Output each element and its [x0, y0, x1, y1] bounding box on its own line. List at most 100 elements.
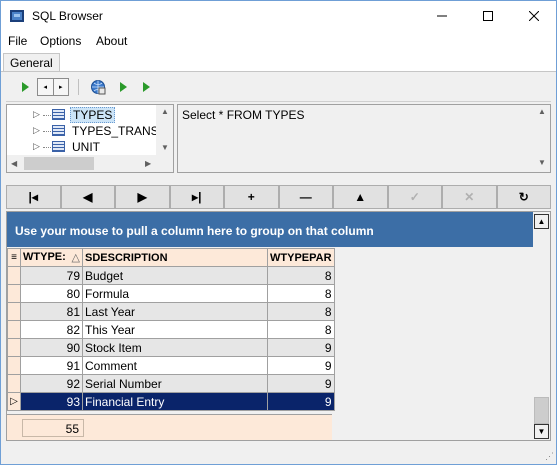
cell-sdescription[interactable]: Serial Number — [82, 374, 268, 393]
tree-item-types-transl[interactable]: ▷ TYPES_TRANSL — [7, 123, 165, 139]
cell-wtype[interactable]: 90 — [20, 338, 83, 357]
execute-all-button[interactable] — [140, 79, 152, 95]
maximize-icon — [483, 11, 493, 21]
expand-arrow-icon[interactable]: ▷ — [33, 141, 40, 152]
tree-item-types[interactable]: ▷ TYPES — [7, 107, 157, 123]
cell-wtypepar[interactable]: 9 — [267, 374, 335, 393]
menu-file[interactable]: File — [8, 34, 27, 48]
tree-item-label[interactable]: UNIT — [70, 140, 102, 154]
cell-sdescription[interactable]: This Year — [82, 320, 268, 339]
grid-vertical-scrollbar[interactable]: ▲ ▼ — [533, 212, 550, 440]
row-indicator[interactable] — [7, 320, 21, 339]
first-record-button[interactable]: |◂ — [6, 185, 61, 209]
scroll-up-icon[interactable]: ▲ — [161, 107, 169, 116]
cell-wtype[interactable]: 81 — [20, 302, 83, 321]
cell-wtypepar[interactable]: 9 — [267, 338, 335, 357]
cell-wtype[interactable]: 79 — [20, 266, 83, 285]
sql-editor[interactable]: Select * FROM TYPES ▲ ▼ — [177, 104, 551, 173]
post-edit-button[interactable]: ✓ — [387, 185, 442, 209]
row-indicator[interactable] — [7, 338, 21, 357]
last-record-button[interactable]: ▸| — [169, 185, 224, 209]
tree-horizontal-scrollbar[interactable]: ◀ ▶ — [7, 155, 173, 172]
table-row[interactable]: 92 Serial Number 9 — [7, 374, 335, 393]
cell-wtypepar[interactable]: 8 — [267, 302, 335, 321]
cell-wtype[interactable]: 92 — [20, 374, 83, 393]
column-header-wtype[interactable]: WTYPE: △ — [20, 248, 83, 267]
cell-wtype[interactable]: 91 — [20, 356, 83, 375]
group-by-panel[interactable]: Use your mouse to pull a column here to … — [7, 212, 534, 247]
connect-button[interactable] — [90, 79, 106, 95]
play-icon — [142, 82, 150, 92]
row-indicator[interactable] — [7, 302, 21, 321]
row-indicator[interactable] — [7, 284, 21, 303]
table-row[interactable]: ▷ 93 Financial Entry 9 — [7, 392, 335, 411]
table-row[interactable]: 79 Budget 8 — [7, 266, 335, 285]
row-indicator[interactable] — [7, 356, 21, 375]
cell-wtypepar[interactable]: 8 — [267, 320, 335, 339]
scroll-thumb[interactable] — [24, 157, 94, 170]
cell-wtype[interactable]: 82 — [20, 320, 83, 339]
row-indicator[interactable] — [7, 266, 21, 285]
cell-sdescription[interactable]: Last Year — [82, 302, 268, 321]
tree-item-label[interactable]: TYPES_TRANSL — [70, 124, 167, 138]
cell-sdescription[interactable]: Stock Item — [82, 338, 268, 357]
row-indicator[interactable] — [7, 374, 21, 393]
menu-options[interactable]: Options — [40, 34, 81, 48]
minimize-button[interactable] — [419, 1, 465, 31]
run-button[interactable] — [19, 79, 31, 95]
menu-bar: File Options About — [1, 31, 556, 51]
table-row[interactable]: 82 This Year 8 — [7, 320, 335, 339]
next-record-button[interactable]: ▶ — [115, 185, 170, 209]
prior-record-button[interactable]: ◀ — [60, 185, 115, 209]
forward-arrow-icon[interactable]: ▸ — [52, 79, 69, 95]
sql-scrollbar[interactable]: ▲ ▼ — [533, 105, 550, 172]
column-header-sdescription[interactable]: SDESCRIPTION — [82, 248, 268, 267]
expand-arrow-icon[interactable]: ▷ — [33, 125, 40, 136]
resize-grip-icon[interactable]: ⋰ — [545, 451, 554, 462]
maximize-button[interactable] — [465, 1, 511, 31]
table-row[interactable]: 90 Stock Item 9 — [7, 338, 335, 357]
scroll-down-icon[interactable]: ▼ — [538, 158, 546, 167]
delete-record-button[interactable]: — — [278, 185, 333, 209]
back-arrow-icon[interactable]: ◂ — [38, 79, 53, 95]
cell-wtypepar[interactable]: 8 — [267, 284, 335, 303]
sql-text[interactable]: Select * FROM TYPES — [182, 108, 304, 122]
table-row[interactable]: 91 Comment 9 — [7, 356, 335, 375]
scroll-thumb[interactable] — [534, 397, 549, 424]
scroll-down-icon: ▼ — [537, 427, 546, 436]
cell-wtypepar[interactable]: 9 — [267, 356, 335, 375]
execute-button[interactable] — [117, 79, 129, 95]
scroll-left-icon[interactable]: ◀ — [11, 159, 17, 168]
row-indicator-icon[interactable]: ▷ — [7, 392, 21, 411]
close-button[interactable] — [511, 1, 556, 31]
tab-general[interactable]: General — [3, 53, 60, 72]
refresh-data-button[interactable]: ↻ — [496, 185, 551, 209]
scroll-up-button[interactable]: ▲ — [534, 214, 549, 229]
scroll-down-button[interactable]: ▼ — [534, 424, 549, 439]
insert-record-button[interactable]: + — [224, 185, 279, 209]
scroll-up-icon[interactable]: ▲ — [538, 107, 546, 116]
cell-sdescription[interactable]: Financial Entry — [82, 392, 268, 411]
cell-sdescription[interactable]: Budget — [82, 266, 268, 285]
column-header-wtypepar[interactable]: WTYPEPAR — [267, 248, 335, 267]
cell-sdescription[interactable]: Formula — [82, 284, 268, 303]
table-tree[interactable]: ▷ TYPES ▷ TYPES_TRANSL ▷ UNIT ▲ ▼ ◀ ▶ — [6, 104, 174, 173]
tree-item-label[interactable]: TYPES — [70, 107, 116, 123]
cancel-edit-button[interactable]: ✕ — [442, 185, 497, 209]
expand-arrow-icon[interactable]: ▷ — [33, 109, 40, 120]
cell-sdescription[interactable]: Comment — [82, 356, 268, 375]
edit-record-button[interactable]: ▲ — [333, 185, 388, 209]
scroll-down-icon[interactable]: ▼ — [161, 143, 169, 152]
tree-vertical-scrollbar[interactable]: ▲ ▼ — [156, 105, 173, 157]
cell-wtypepar[interactable]: 9 — [267, 392, 335, 411]
table-row[interactable]: 81 Last Year 8 — [7, 302, 335, 321]
tree-item-unit[interactable]: ▷ UNIT — [7, 139, 157, 155]
column-selector-icon[interactable]: ≡ — [7, 248, 21, 267]
menu-about[interactable]: About — [96, 34, 127, 48]
cell-wtype[interactable]: 80 — [20, 284, 83, 303]
column-header-label: WTYPE: — [23, 251, 66, 263]
cell-wtype[interactable]: 93 — [20, 392, 83, 411]
cell-wtypepar[interactable]: 8 — [267, 266, 335, 285]
scroll-right-icon[interactable]: ▶ — [145, 159, 151, 168]
table-row[interactable]: 80 Formula 8 — [7, 284, 335, 303]
